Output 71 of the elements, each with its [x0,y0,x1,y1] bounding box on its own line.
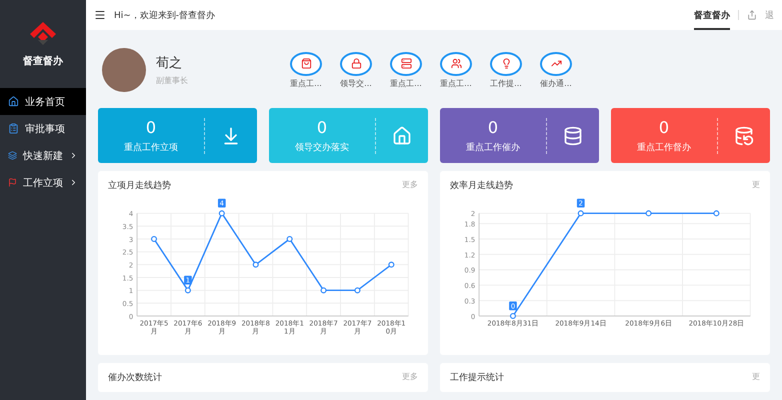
chart-title: 立项月走线趋势 [108,180,171,192]
data-point [354,287,360,294]
menu-icon[interactable] [94,9,106,21]
stat-value: 0 [146,118,156,136]
shortcut-label: 工作提... [490,78,522,88]
logo-text: 督查督办 [23,54,63,68]
logout-link[interactable]: 退 [765,8,774,22]
people-icon [450,58,462,69]
stat-label: 领导交办落实 [295,142,349,154]
data-point [151,236,158,242]
stat-icon [734,126,754,146]
nav-icon [8,150,17,161]
more-link[interactable]: 更 [752,179,760,192]
shortcut-button[interactable] [440,52,472,76]
chart-title: 效率月走线趋势 [450,180,513,192]
shortcut-button[interactable] [390,52,422,76]
nav-item[interactable]: 审批事项 [0,115,86,142]
shortcut-label: 重点工... [440,78,472,88]
shortcut-label: 领导交... [340,78,372,88]
bulb-icon [500,58,512,69]
stat-card[interactable]: 0 重点工作催办 [440,108,599,163]
stat-icon [563,126,583,146]
shortcut-label: 重点工... [390,78,422,88]
logout-icon[interactable] [747,10,757,20]
stat-card[interactable]: 0 领导交办落实 [269,108,428,163]
server-icon [400,58,412,69]
card-title: 工作提示统计 [450,372,504,384]
shortcut-label: 催办通... [540,78,572,88]
data-point [510,313,516,319]
stat-value: 0 [488,118,498,136]
stat-value: 0 [316,118,328,136]
stat-card[interactable]: 0 重点工作立项 [98,108,257,163]
stat-value: 0 [658,118,670,136]
stat-icon [392,126,412,146]
stat-label: 重点工作催办 [466,142,520,154]
shortcut-button[interactable] [340,52,372,76]
stat-label: 重点工作督办 [637,142,691,154]
shortcut-button[interactable] [290,52,322,76]
avatar [102,48,146,92]
user-role: 副董事长 [156,75,189,86]
nav-icon [8,96,19,107]
data-point [578,210,584,216]
data-point [388,262,394,268]
shortcut-label: 重点工... [290,78,322,88]
data-point [218,210,225,216]
data-point [286,236,293,242]
lock-icon [350,58,362,69]
nav-icon [8,177,17,188]
greeting-text: Hi~，欢迎来到-督查督办 [114,10,216,22]
stat-label: 重点工作立项 [124,142,178,154]
stat-card[interactable]: 0 重点工作督办 [611,108,770,163]
nav-icon [8,123,19,134]
shortcut-button[interactable] [540,52,572,76]
data-point [646,210,652,216]
trend-icon [550,58,562,69]
user-name: 荀之 [156,55,183,72]
nav-item[interactable]: 快速新建 [0,142,86,169]
bag-icon [300,58,312,69]
logo-icon [28,20,58,46]
data-point [713,210,720,216]
card-title: 催办次数统计 [108,372,162,384]
data-point [184,287,191,294]
shortcut-button[interactable] [490,52,522,76]
nav-item[interactable]: 业务首页 [0,88,86,115]
more-link[interactable]: 更多 [402,371,418,384]
more-link[interactable]: 更 [752,371,760,384]
data-point [320,287,327,294]
nav-item[interactable]: 工作立项 [0,169,86,196]
data-point [252,262,259,268]
header-tab[interactable]: 督查督办 [694,0,730,30]
more-link[interactable]: 更多 [402,179,418,192]
